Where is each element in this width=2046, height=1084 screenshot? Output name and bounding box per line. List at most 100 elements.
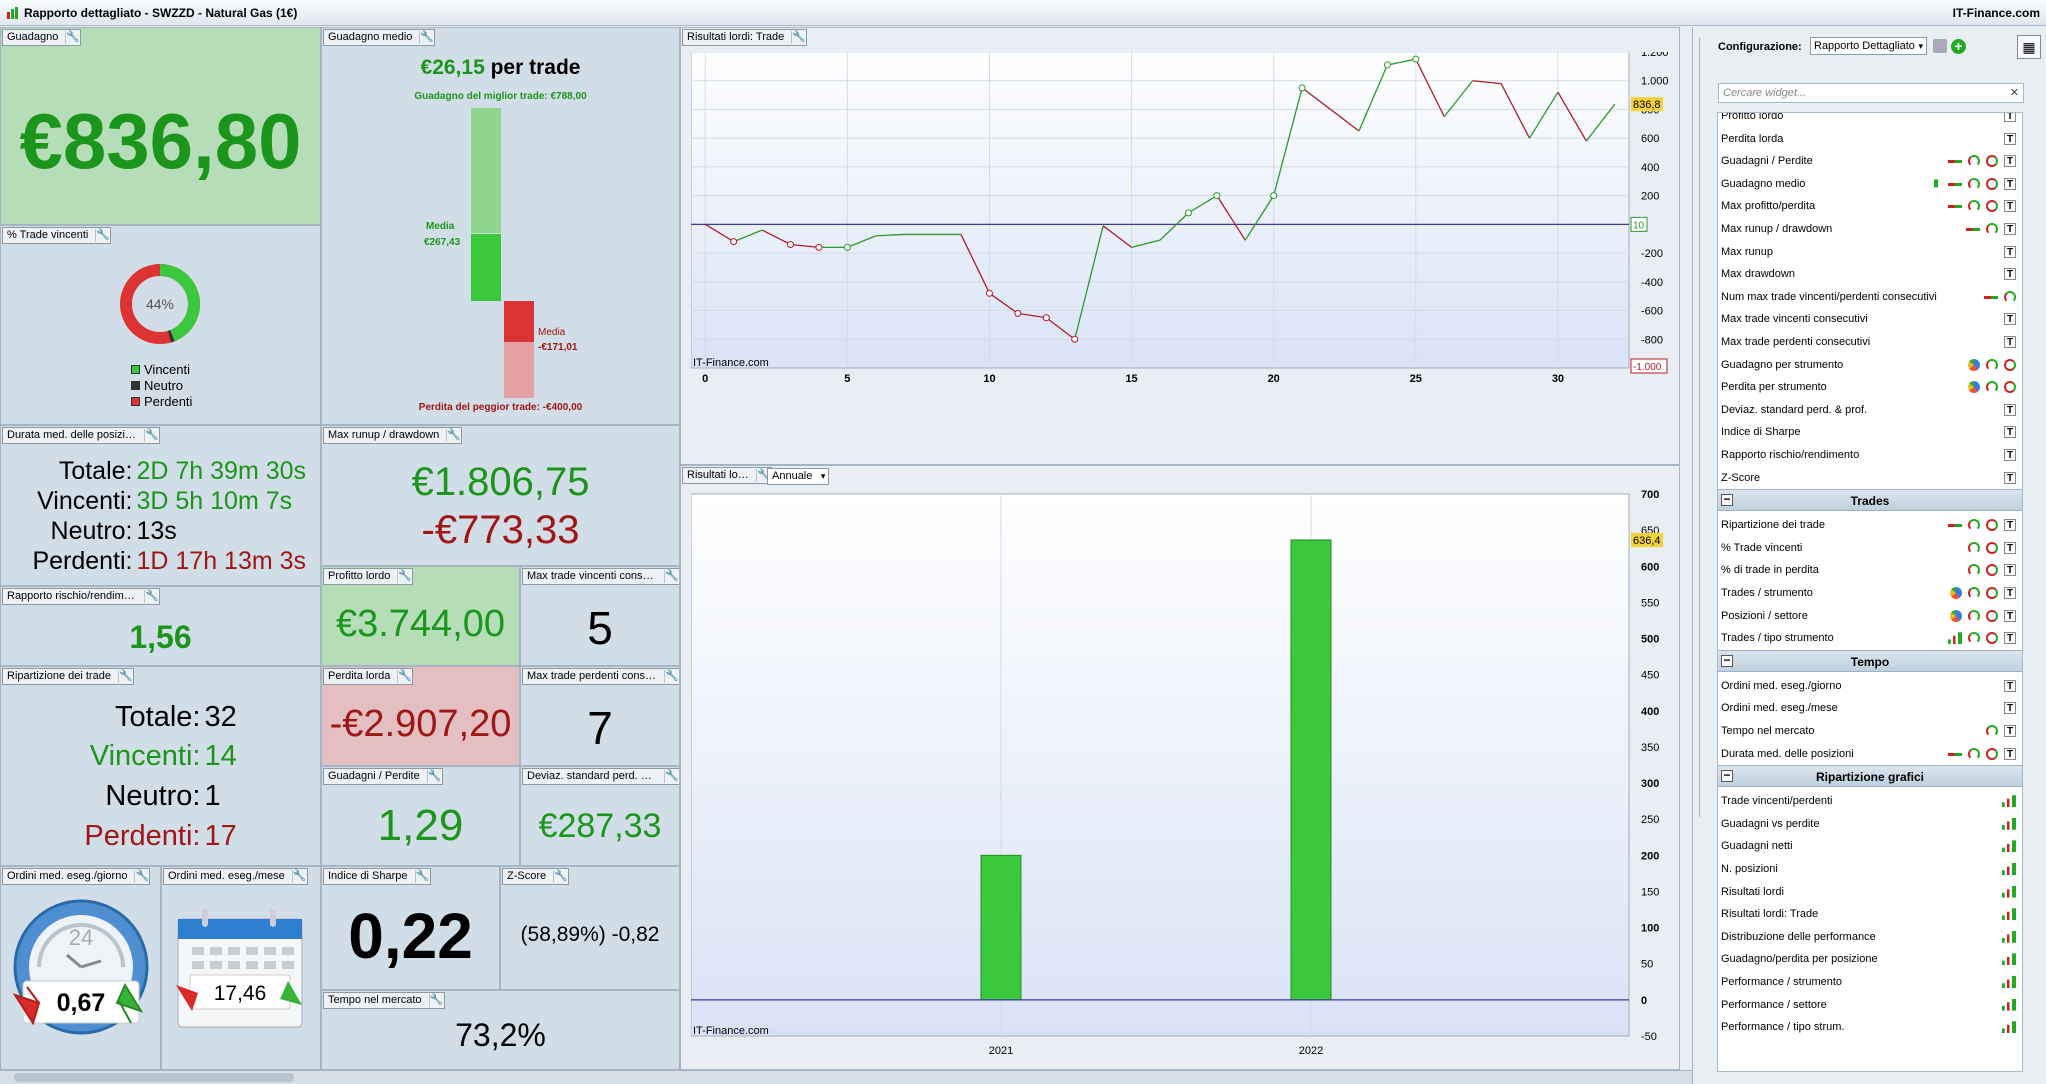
widget-header[interactable]: Rapporto rischio/rendimento 🔧 [2, 588, 160, 605]
widget-header[interactable]: Guadagno 🔧 [2, 29, 82, 46]
widget-list-item[interactable]: Trades / strumento T [1718, 582, 2022, 604]
gauge-icon[interactable] [1968, 200, 1980, 213]
gauge-icon[interactable] [2004, 290, 2016, 303]
widget-header[interactable]: Ordini med. eseg./mese 🔧 [163, 868, 308, 885]
widget-list-item[interactable]: Performance / strumento [1718, 971, 2022, 993]
section-header[interactable]: − Tempo [1718, 649, 2022, 672]
wrench-icon[interactable]: 🔧 [414, 870, 429, 883]
wrench-icon[interactable]: 🔧 [397, 570, 412, 583]
section-header[interactable]: − Trades [1718, 489, 2022, 512]
widget-list-item[interactable]: Indice di Sharpe T [1718, 421, 2022, 443]
T-icon[interactable]: T [2004, 747, 2016, 760]
T-icon[interactable]: T [2004, 113, 2016, 122]
wrench-icon[interactable]: 🔧 [291, 870, 306, 883]
widget-header[interactable]: Indice di Sharpe 🔧 [323, 868, 431, 885]
T-icon[interactable]: T [2004, 403, 2016, 416]
ring-icon[interactable] [1986, 541, 1998, 554]
bars-icon[interactable] [2002, 998, 2016, 1011]
gauge-icon[interactable] [1968, 541, 1980, 554]
bars-icon[interactable] [2002, 1021, 2016, 1034]
save-icon[interactable] [1933, 39, 1947, 53]
widget-list-item[interactable]: % Trade vincenti T [1718, 537, 2022, 559]
ring-icon[interactable] [1986, 609, 1998, 622]
T-icon[interactable]: T [2004, 313, 2016, 326]
ring-icon[interactable] [2004, 381, 2016, 394]
widget-header[interactable]: Durata med. delle posizioni 🔧 [2, 427, 160, 444]
gauge-icon[interactable] [1986, 223, 1998, 235]
ring-icon[interactable] [1986, 519, 1998, 532]
gauge-icon[interactable] [1968, 609, 1980, 622]
widget-list-item[interactable]: Risultati lordi [1718, 881, 2022, 903]
period-select[interactable]: Annuale ▾ [767, 468, 830, 485]
widget-list-item[interactable]: Guadagni netti [1718, 835, 2022, 857]
widget-list-item[interactable]: N. posizioni [1718, 858, 2022, 880]
wrench-icon[interactable]: 🔧 [664, 570, 679, 583]
gauge-icon[interactable] [1986, 381, 1998, 394]
widget-list-item[interactable]: Durata med. delle posizioni T [1718, 743, 2022, 765]
T-icon[interactable]: T [2004, 587, 2016, 599]
ring-icon[interactable] [1986, 587, 1998, 599]
wrench-icon[interactable]: 🔧 [117, 670, 133, 683]
dash-icon[interactable] [1948, 160, 1962, 164]
wrench-icon[interactable]: 🔧 [144, 590, 159, 603]
widget-header[interactable]: Deviaz. standard perd. & ... 🔧 [522, 768, 679, 785]
gauge-icon[interactable] [1986, 725, 1998, 737]
widget-list-item[interactable]: Profitto lordo T [1718, 113, 2022, 127]
bars-icon[interactable] [2002, 930, 2016, 943]
widget-header[interactable]: Ripartizione dei trade 🔧 [2, 668, 134, 685]
widget-list-item[interactable]: Distribuzione delle performance [1718, 926, 2022, 948]
T-icon[interactable]: T [2004, 632, 2016, 645]
widget-header[interactable]: Ordini med. eseg./giorno 🔧 [2, 868, 151, 885]
widget-list-item[interactable]: Rapporto rischio/rendimento T [1718, 444, 2022, 466]
bar-icon[interactable]: ▮ [1930, 178, 1942, 190]
widget-header[interactable]: Tempo nel mercato 🔧 [323, 992, 445, 1009]
wrench-icon[interactable]: 🔧 [791, 31, 806, 44]
gauge-icon[interactable] [1968, 177, 1980, 190]
widget-list-item[interactable]: Tempo nel mercato T [1718, 720, 2022, 742]
dash-icon[interactable] [1948, 182, 1962, 186]
collapse-icon[interactable]: − [1721, 654, 1733, 667]
trash-icon[interactable]: ▦ [2017, 35, 2041, 59]
widget-list-item[interactable]: Deviaz. standard perd. & prof. T [1718, 399, 2022, 421]
widget-header[interactable]: Max runup / drawdown 🔧 [323, 427, 463, 444]
widget-list-item[interactable]: Guadagni / Perdite T [1718, 150, 2022, 172]
config-select[interactable]: Rapporto Dettagliato ▾ [1810, 37, 1927, 55]
widget-list-item[interactable]: Max profitto/perdita T [1718, 195, 2022, 217]
widget-list-item[interactable]: Perdita lorda T [1718, 128, 2022, 150]
bars-icon[interactable] [2002, 908, 2016, 921]
collapse-icon[interactable]: − [1721, 493, 1733, 507]
bars-icon[interactable] [2002, 863, 2016, 875]
dash-icon[interactable] [1966, 228, 1980, 231]
widget-search-input[interactable]: Cercare widget... ✕ [1718, 83, 2024, 103]
T-icon[interactable]: T [2004, 564, 2016, 577]
T-icon[interactable]: T [2004, 609, 2016, 622]
pie-icon[interactable] [1950, 587, 1962, 599]
widget-list-item[interactable]: Max runup / drawdown T [1718, 218, 2022, 240]
T-icon[interactable]: T [2004, 155, 2016, 168]
gauge-icon[interactable] [1968, 632, 1980, 645]
T-icon[interactable]: T [2004, 223, 2016, 235]
T-icon[interactable]: T [2004, 245, 2016, 258]
widget-list-item[interactable]: Max runup T [1718, 241, 2022, 263]
widget-list-item[interactable]: Max trade perdenti consecutivi T [1718, 331, 2022, 353]
gauge-icon[interactable] [1968, 564, 1980, 577]
widget-list-item[interactable]: Ordini med. eseg./mese T [1718, 697, 2022, 719]
collapse-icon[interactable]: − [1721, 769, 1733, 783]
pie-icon[interactable] [1968, 358, 1980, 371]
widget-list-item[interactable]: Max trade vincenti consecutivi T [1718, 308, 2022, 330]
widget-list-item[interactable]: Ordini med. eseg./giorno T [1718, 675, 2022, 697]
ring-icon[interactable] [1986, 747, 1998, 760]
T-icon[interactable]: T [2004, 519, 2016, 532]
wrench-icon[interactable]: 🔧 [134, 870, 149, 883]
panel-splitter[interactable] [1699, 37, 1711, 817]
wrench-icon[interactable]: 🔧 [664, 670, 679, 683]
T-icon[interactable]: T [2004, 679, 2016, 692]
ring-icon[interactable] [1986, 632, 1998, 645]
widget-list-item[interactable]: Guadagno/perdita per posizione [1718, 948, 2022, 970]
bars-icon[interactable] [2002, 817, 2016, 830]
dash-icon[interactable] [1948, 205, 1962, 209]
widget-list-item[interactable]: Trades / tipo strumento T [1718, 627, 2022, 649]
scrollbar-thumb[interactable] [14, 1073, 294, 1082]
wrench-icon[interactable]: 🔧 [144, 429, 159, 442]
widget-list-item[interactable]: % di trade in perdita T [1718, 559, 2022, 581]
